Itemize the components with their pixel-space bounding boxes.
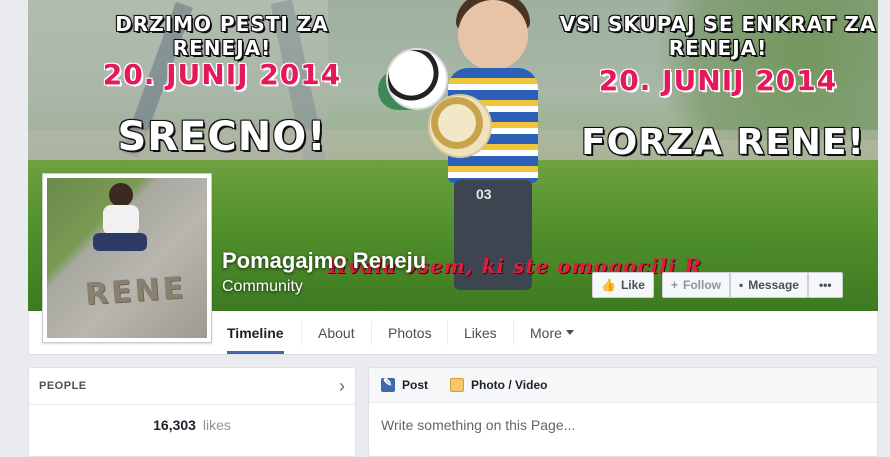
cover-text-right-2: 20. JUNIJ 2014	[598, 64, 838, 97]
cover-text-right-3: FORZA RENE!	[581, 122, 865, 163]
action-button-group: + Follow ▪ Message •••	[661, 272, 843, 300]
tab-likes[interactable]: Likes	[464, 311, 497, 354]
like-label: Like	[620, 278, 645, 292]
people-header[interactable]: PEOPLE ›	[29, 368, 355, 405]
profile-word: RENE	[83, 270, 188, 313]
people-card: PEOPLE › 16,303 likes	[28, 367, 356, 457]
like-button[interactable]: 👍 Like	[592, 272, 654, 298]
profile-picture[interactable]: RENE	[42, 173, 212, 343]
tab-divider	[447, 321, 448, 345]
composer-input[interactable]: Write something on this Page...	[369, 403, 877, 447]
follow-label: Follow	[682, 278, 721, 292]
photo-icon	[450, 378, 465, 392]
tab-divider	[371, 321, 372, 345]
message-icon: ▪	[738, 278, 744, 292]
page-category[interactable]: Community	[222, 278, 303, 296]
tab-label: Photos	[388, 324, 432, 341]
tab-timeline[interactable]: Timeline	[227, 311, 284, 354]
shirt-number: 03	[476, 186, 492, 202]
tab-label: Likes	[464, 324, 497, 341]
message-label: Message	[748, 278, 799, 292]
page-actions: 👍 Like + Follow ▪ Message •••	[592, 272, 843, 300]
tab-about[interactable]: About	[318, 311, 355, 354]
cover-text-left-1: DRZIMO PESTI ZA RENEJA!	[115, 12, 329, 60]
ellipsis-icon: •••	[818, 278, 832, 292]
page-title[interactable]: Pomagajmo Reneju	[222, 248, 426, 274]
tab-label: About	[318, 324, 355, 341]
child-body	[103, 205, 139, 235]
cover-text-left-3: SRECNO!	[117, 114, 327, 160]
profile-photo: RENE	[47, 178, 207, 338]
tab-more[interactable]: More	[530, 311, 574, 354]
follow-button[interactable]: + Follow	[661, 272, 730, 298]
post-composer: Post Photo / Video Write something on th…	[368, 367, 878, 457]
thumbs-up-icon: 👍	[601, 278, 616, 292]
tab-photos[interactable]: Photos	[388, 311, 432, 354]
boy-head	[458, 0, 528, 70]
composer-options: Post Photo / Video	[369, 368, 877, 403]
chevron-right-icon[interactable]: ›	[339, 376, 345, 397]
child-head	[109, 183, 133, 207]
tab-label: Timeline	[227, 324, 284, 341]
child-figure	[87, 183, 147, 263]
likes-label: likes	[202, 417, 231, 433]
tab-divider	[513, 321, 514, 345]
caret-down-icon	[565, 330, 574, 335]
more-options-button[interactable]: •••	[807, 272, 843, 298]
cover-text-right-1: VSI SKUPAJ SE ENKRAT ZA RENEJA!	[559, 12, 877, 60]
photo-video-option[interactable]: Photo / Video	[450, 378, 547, 392]
people-title: PEOPLE	[39, 380, 87, 392]
tab-label: More	[530, 324, 562, 341]
post-label: Post	[402, 378, 429, 392]
child-legs	[93, 233, 147, 251]
message-button[interactable]: ▪ Message	[729, 272, 808, 298]
post-option[interactable]: Post	[381, 376, 429, 392]
likes-count: 16,303 likes	[29, 405, 355, 433]
pencil-icon	[381, 376, 395, 392]
likes-number: 16,303	[153, 417, 196, 433]
photo-video-label: Photo / Video	[471, 378, 548, 392]
tab-divider	[301, 321, 302, 345]
plus-icon: +	[670, 278, 678, 292]
soccer-ball	[428, 94, 492, 158]
cover-text-left-2: 20. JUNIJ 2014	[102, 58, 342, 91]
